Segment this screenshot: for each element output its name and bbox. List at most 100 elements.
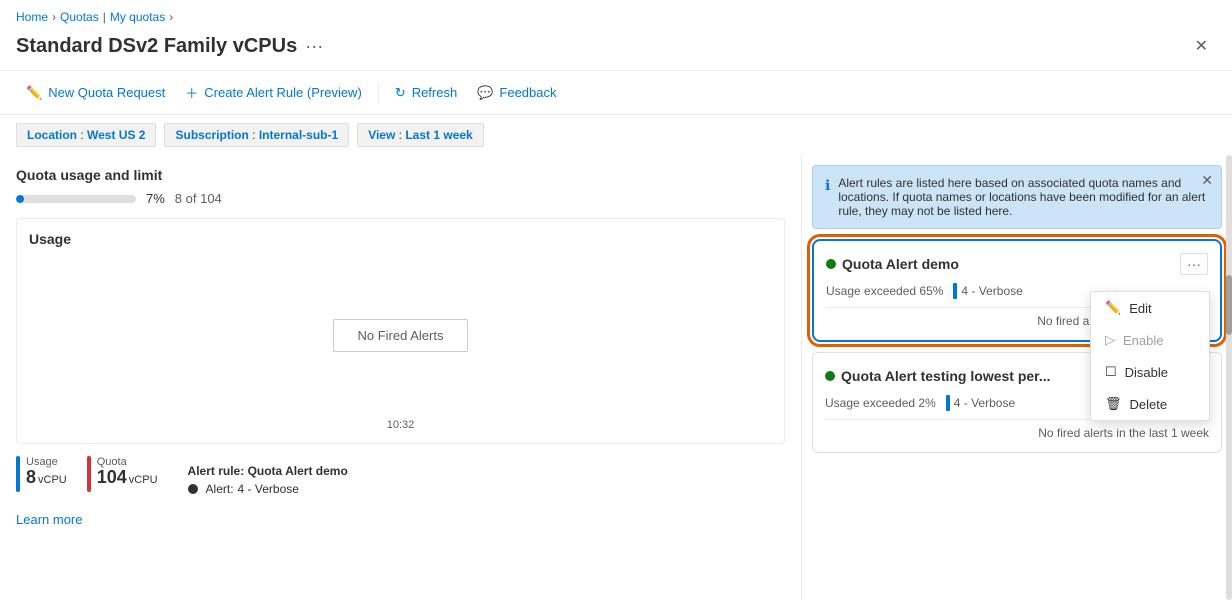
alert-dot-icon (188, 484, 198, 494)
severity-value-1: 4 - Verbose (961, 284, 1022, 298)
new-quota-label: New Quota Request (48, 85, 165, 100)
subscription-filter[interactable]: Subscription : Internal-sub-1 (164, 123, 349, 147)
legend-row: Usage 8 vCPU Quota 104 vCPU (16, 456, 785, 496)
context-menu-disable[interactable]: ☐ Disable (1091, 356, 1209, 388)
right-scrollbar[interactable] (1226, 155, 1232, 600)
usage-legend-bar (16, 456, 20, 492)
chart-inner: No Fired Alerts (29, 255, 772, 415)
enable-icon: ▷ (1105, 332, 1115, 348)
severity-badge-1: 4 - Verbose (953, 283, 1022, 299)
context-menu-delete[interactable]: 🗑 Delete (1091, 388, 1209, 420)
subscription-filter-value: Internal-sub-1 (259, 128, 338, 142)
delete-icon: 🗑 (1105, 396, 1122, 412)
usage-of-label: 8 of 104 (175, 191, 222, 206)
usage-bar-row: 7% 8 of 104 (16, 191, 785, 206)
alert-value: 4 - Verbose (238, 482, 299, 496)
right-panel: ℹ Alert rules are listed here based on a… (802, 155, 1232, 600)
close-button[interactable]: ✕ (1187, 32, 1216, 60)
breadcrumb-quotas[interactable]: Quotas (60, 10, 99, 24)
toolbar-separator (378, 83, 379, 103)
breadcrumb-sep2: | (103, 10, 106, 24)
context-menu-edit[interactable]: ✏️ Edit (1091, 292, 1209, 324)
info-banner-text: Alert rules are listed here based on ass… (838, 176, 1209, 218)
usage-legend-unit: vCPU (38, 474, 67, 486)
context-menu-enable[interactable]: ▷ Enable (1091, 324, 1209, 356)
alert-card-1-title-text: Quota Alert demo (842, 256, 959, 272)
disable-icon: ☐ (1105, 364, 1117, 380)
learn-more-link[interactable]: Learn more (16, 508, 785, 531)
edit-label: Edit (1129, 301, 1151, 316)
edit-icon: ✏️ (1105, 300, 1121, 316)
alert-card-1-title: Quota Alert demo (826, 256, 959, 272)
location-filter-label: Location (27, 128, 77, 142)
info-banner: ℹ Alert rules are listed here based on a… (812, 165, 1222, 229)
feedback-label: Feedback (499, 85, 556, 100)
plus-icon: ＋ (185, 83, 198, 102)
alert-card-1: Quota Alert demo ··· Usage exceeded 65% … (812, 239, 1222, 342)
usage-pct-label: 7% (146, 191, 165, 206)
alert-card-2-title-text: Quota Alert testing lowest per... (841, 368, 1051, 384)
info-icon: ℹ (825, 177, 830, 218)
quota-legend-unit: vCPU (129, 474, 158, 486)
usage-bar-track (16, 195, 136, 203)
alert-card-2-fired: No fired alerts in the last 1 week (825, 419, 1209, 440)
chart-time-label: 10:32 (29, 419, 772, 431)
alert-card-2-usage-text: Usage exceeded 2% (825, 396, 936, 410)
usage-legend-item: Usage 8 vCPU (16, 456, 67, 492)
refresh-button[interactable]: ↻ Refresh (385, 81, 467, 105)
filters-bar: Location : West US 2 Subscription : Inte… (0, 115, 1232, 155)
green-status-dot-1 (826, 259, 836, 269)
refresh-label: Refresh (412, 85, 458, 100)
alert-value-row: Alert: 4 - Verbose (188, 482, 348, 496)
quota-legend-bar (87, 456, 91, 492)
severity-value-2: 4 - Verbose (954, 396, 1015, 410)
usage-bar-fill (16, 195, 24, 203)
breadcrumb-my-quotas[interactable]: My quotas (110, 10, 165, 24)
green-status-dot-2 (825, 371, 835, 381)
alert-card-1-header: Quota Alert demo ··· (826, 253, 1208, 275)
enable-label: Enable (1123, 333, 1163, 348)
scrollbar-thumb[interactable] (1226, 275, 1232, 335)
alert-rule-info: Alert rule: Quota Alert demo Alert: 4 - … (188, 456, 348, 496)
quota-section-title: Quota usage and limit (16, 167, 785, 183)
no-alerts-box: No Fired Alerts (333, 319, 469, 352)
alert-card-1-usage-text: Usage exceeded 65% (826, 284, 943, 298)
usage-legend-value: 8 (26, 468, 36, 486)
main-content: Quota usage and limit 7% 8 of 104 Usage … (0, 155, 1232, 600)
sev-bar-icon-1 (953, 283, 957, 299)
alert-label: Alert: (206, 482, 234, 496)
info-banner-close[interactable]: ✕ (1201, 172, 1213, 189)
context-menu: ✏️ Edit ▷ Enable ☐ Disable 🗑 Delete (1090, 291, 1210, 421)
alert-card-2-title: Quota Alert testing lowest per... (825, 368, 1051, 384)
new-quota-button[interactable]: ✏️ New Quota Request (16, 81, 175, 105)
breadcrumb-home[interactable]: Home (16, 10, 48, 24)
alert-rule-label: Alert rule: Quota Alert demo (188, 464, 348, 478)
refresh-icon: ↻ (395, 85, 406, 101)
chart-title: Usage (29, 231, 772, 247)
alert-card-1-more-button[interactable]: ··· (1180, 253, 1208, 275)
left-panel: Quota usage and limit 7% 8 of 104 Usage … (0, 155, 802, 600)
view-filter[interactable]: View : Last 1 week (357, 123, 484, 147)
sev-bar-icon-2 (946, 395, 950, 411)
breadcrumb: Home › Quotas | My quotas › (0, 0, 1232, 28)
breadcrumb-sep1: › (52, 10, 56, 24)
feedback-icon: 💬 (477, 85, 493, 101)
view-filter-label: View (368, 128, 395, 142)
severity-badge-2: 4 - Verbose (946, 395, 1015, 411)
disable-label: Disable (1125, 365, 1168, 380)
feedback-button[interactable]: 💬 Feedback (467, 81, 566, 105)
quota-legend-value: 104 (97, 468, 127, 486)
create-alert-label: Create Alert Rule (Preview) (204, 85, 362, 100)
create-alert-button[interactable]: ＋ Create Alert Rule (Preview) (175, 79, 372, 106)
alert-rule-name: Quota Alert demo (248, 464, 348, 478)
quota-legend-item: Quota 104 vCPU (87, 456, 158, 492)
title-more-icon[interactable]: ··· (305, 36, 323, 57)
delete-label: Delete (1130, 397, 1168, 412)
toolbar: ✏️ New Quota Request ＋ Create Alert Rule… (0, 71, 1232, 115)
title-bar: Standard DSv2 Family vCPUs ··· ✕ (0, 28, 1232, 71)
location-filter-value: West US 2 (87, 128, 145, 142)
pencil-icon: ✏️ (26, 85, 42, 101)
view-filter-value: Last 1 week (405, 128, 472, 142)
page-title: Standard DSv2 Family vCPUs (16, 35, 297, 58)
location-filter[interactable]: Location : West US 2 (16, 123, 156, 147)
